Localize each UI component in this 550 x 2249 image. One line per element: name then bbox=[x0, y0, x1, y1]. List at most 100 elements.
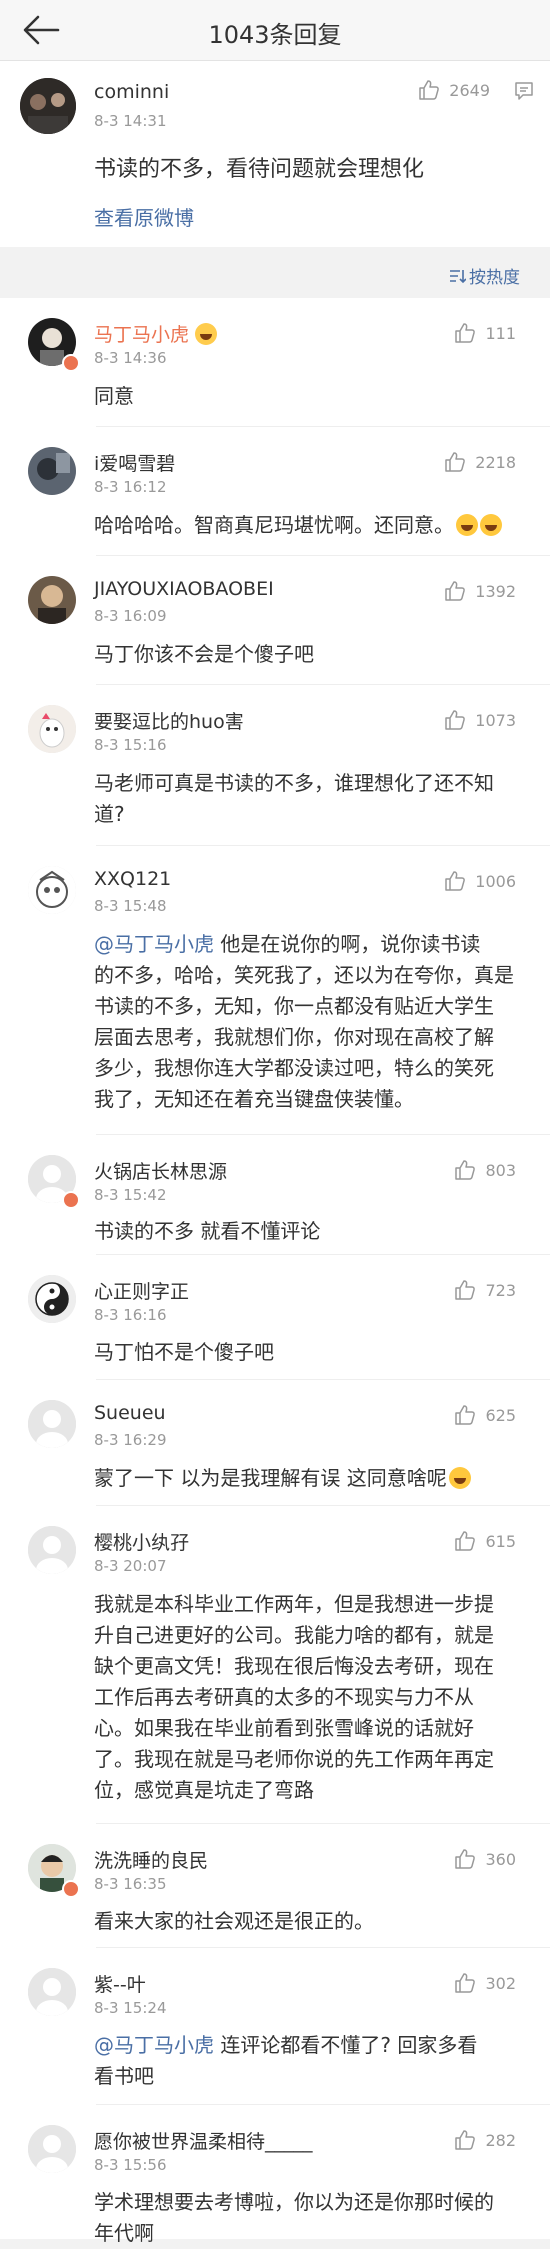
like-button[interactable]: 302 bbox=[453, 1971, 516, 1995]
thumbs-up-icon bbox=[455, 323, 476, 343]
laugh-cry-emoji-icon bbox=[448, 1467, 471, 1489]
reply-item: i爱喝雪碧 8-3 16:12 2218 哈哈哈哈。智商真尼玛堪忧啊。还同意。 bbox=[0, 427, 550, 556]
reply-author[interactable]: 愿你被世界温柔相待_____ bbox=[94, 2127, 313, 2154]
like-button[interactable]: 803 bbox=[453, 1158, 516, 1182]
reply-item: 火锅店长林思源 8-3 15:42 803 书读的不多 就看不懂评论 bbox=[0, 1135, 550, 1255]
reply-time: 8-3 16:35 bbox=[94, 1875, 167, 1893]
reply-item: JIAYOUXIAOBAOBEI 8-3 16:09 1392 马丁你该不会是个… bbox=[0, 556, 550, 685]
like-count: 282 bbox=[485, 2130, 516, 2150]
like-count: 302 bbox=[485, 1973, 516, 1993]
reply-item: 马丁马小虎 8-3 14:36 111 同意 bbox=[0, 298, 550, 427]
reply-author[interactable]: 要娶逗比的huo害 bbox=[94, 707, 244, 734]
avatar[interactable] bbox=[28, 1968, 76, 2016]
reply-item: 洗洗睡的良民 8-3 16:35 360 看来大家的社会观还是很正的。 bbox=[0, 1824, 550, 1948]
thumbs-up-icon bbox=[455, 1531, 476, 1551]
mention-link[interactable]: @马丁马小虎 bbox=[94, 2033, 214, 2057]
reply-time: 8-3 16:12 bbox=[94, 478, 167, 496]
avatar[interactable] bbox=[28, 1275, 76, 1323]
reply-time: 8-3 15:42 bbox=[94, 1186, 167, 1204]
reply-author[interactable]: Sueueu bbox=[94, 1402, 166, 1424]
reply-time: 8-3 16:09 bbox=[94, 607, 167, 625]
avatar[interactable] bbox=[28, 447, 76, 495]
thumbs-up-icon bbox=[445, 710, 466, 730]
thumbs-up-icon bbox=[445, 581, 466, 601]
like-button[interactable]: 615 bbox=[453, 1529, 516, 1553]
post-time: 8-3 14:31 bbox=[94, 112, 167, 130]
thumbs-up-icon bbox=[445, 871, 466, 891]
avatar[interactable] bbox=[28, 866, 76, 914]
original-comment: cominni 8-3 14:31 2649 书读的不多，看待问题就会理想化 查… bbox=[0, 61, 550, 247]
reply-item: 紫--叶 8-3 15:24 302 @马丁马小虎 连评论都看不懂了? 回家多看… bbox=[0, 1948, 550, 2105]
like-button[interactable]: 1073 bbox=[443, 708, 516, 732]
reply-text: @马丁马小虎 他是在说你的啊，说你读书读 的不多，哈哈，笑死我了，还以为在夸你，… bbox=[94, 932, 514, 1111]
laughing-emoji-icon bbox=[456, 514, 478, 536]
reply-text: 同意 bbox=[94, 384, 134, 408]
laughing-emoji-icon bbox=[480, 514, 502, 536]
avatar[interactable] bbox=[28, 2125, 76, 2173]
reply-text: 马丁你该不会是个傻子吧 bbox=[94, 642, 314, 666]
like-count: 803 bbox=[485, 1160, 516, 1180]
reply-item: XXQ121 8-3 15:48 1006 @马丁马小虎 他是在说你的啊，说你读… bbox=[0, 846, 550, 1135]
reply-text: 蒙了一下 以为是我理解有误 这同意啥呢 bbox=[94, 1463, 471, 1494]
reply-time: 8-3 15:48 bbox=[94, 897, 167, 915]
reply-author[interactable]: 洗洗睡的良民 bbox=[94, 1846, 208, 1873]
thumbs-up-icon bbox=[455, 1280, 476, 1300]
avatar[interactable] bbox=[28, 705, 76, 753]
like-button[interactable]: 2218 bbox=[443, 450, 516, 474]
reply-item: 心正则字正 8-3 16:16 723 马丁怕不是个傻子吧 bbox=[0, 1255, 550, 1380]
comment-icon[interactable] bbox=[513, 80, 535, 102]
reply-author[interactable]: 紫--叶 bbox=[94, 1970, 146, 1997]
post-text: 书读的不多，看待问题就会理想化 bbox=[94, 157, 425, 182]
reply-item: 愿你被世界温柔相待_____ 8-3 15:56 282 学术理想要去考博啦，你… bbox=[0, 2105, 550, 2245]
avatar[interactable] bbox=[28, 1526, 76, 1574]
reply-author[interactable]: XXQ121 bbox=[94, 868, 171, 890]
reply-list: 马丁马小虎 8-3 14:36 111 同意 i爱喝雪碧 8-3 16:12 2… bbox=[0, 298, 550, 2245]
reply-text: 马老师可真是书读的不多，谁理想化了还不知 道? bbox=[94, 771, 494, 826]
sort-label: 按热度 bbox=[469, 268, 520, 288]
reply-author[interactable]: 火锅店长林思源 bbox=[94, 1157, 227, 1184]
avatar[interactable] bbox=[28, 576, 76, 624]
heart-eyes-emoji-icon bbox=[195, 323, 218, 345]
reply-text: 看来大家的社会观还是很正的。 bbox=[94, 1909, 374, 1933]
author-name[interactable]: cominni bbox=[94, 81, 169, 103]
like-button[interactable]: 1392 bbox=[443, 579, 516, 603]
reply-time: 8-3 15:16 bbox=[94, 736, 167, 754]
page-title: 1043条回复 bbox=[208, 21, 342, 49]
like-button[interactable]: 282 bbox=[453, 2128, 516, 2152]
thumbs-up-icon bbox=[455, 1405, 476, 1425]
reply-author[interactable]: JIAYOUXIAOBAOBEI bbox=[94, 578, 274, 600]
avatar[interactable] bbox=[20, 78, 76, 134]
like-button[interactable]: 111 bbox=[453, 321, 516, 345]
reply-item: Sueueu 8-3 16:29 625 蒙了一下 以为是我理解有误 这同意啥呢 bbox=[0, 1380, 550, 1506]
like-count: 2218 bbox=[475, 452, 516, 472]
like-button[interactable]: 625 bbox=[453, 1403, 516, 1427]
like-count: 615 bbox=[485, 1531, 516, 1551]
sort-icon bbox=[450, 269, 466, 283]
thumbs-up-icon bbox=[455, 1160, 476, 1180]
thumbs-up-icon bbox=[419, 80, 440, 100]
reply-time: 8-3 16:16 bbox=[94, 1306, 167, 1324]
verified-badge-icon bbox=[62, 1191, 80, 1209]
like-button[interactable]: 1006 bbox=[443, 869, 516, 893]
avatar[interactable] bbox=[28, 1400, 76, 1448]
reply-time: 8-3 15:56 bbox=[94, 2156, 167, 2174]
reply-author[interactable]: 马丁马小虎 bbox=[94, 320, 218, 347]
thumbs-up-icon bbox=[455, 2130, 476, 2150]
sort-by-hot-button[interactable]: 按热度 bbox=[448, 263, 520, 288]
reply-text: 书读的不多 就看不懂评论 bbox=[94, 1219, 321, 1243]
like-button[interactable]: 723 bbox=[453, 1278, 516, 1302]
reply-time: 8-3 14:36 bbox=[94, 349, 167, 367]
reply-text: 马丁怕不是个傻子吧 bbox=[94, 1340, 274, 1364]
like-count: 1006 bbox=[475, 871, 516, 891]
view-original-link[interactable]: 查看原微博 bbox=[94, 202, 194, 231]
reply-time: 8-3 15:24 bbox=[94, 1999, 167, 2017]
mention-link[interactable]: @马丁马小虎 bbox=[94, 932, 214, 956]
verified-badge-icon bbox=[62, 1880, 80, 1898]
like-button[interactable]: 360 bbox=[453, 1847, 516, 1871]
like-count: 360 bbox=[485, 1849, 516, 1869]
like-count: 1392 bbox=[475, 581, 516, 601]
like-button[interactable]: 2649 bbox=[417, 78, 490, 102]
reply-author[interactable]: i爱喝雪碧 bbox=[94, 449, 175, 476]
reply-author[interactable]: 樱桃小纨孖 bbox=[94, 1528, 189, 1555]
reply-author[interactable]: 心正则字正 bbox=[94, 1277, 189, 1304]
